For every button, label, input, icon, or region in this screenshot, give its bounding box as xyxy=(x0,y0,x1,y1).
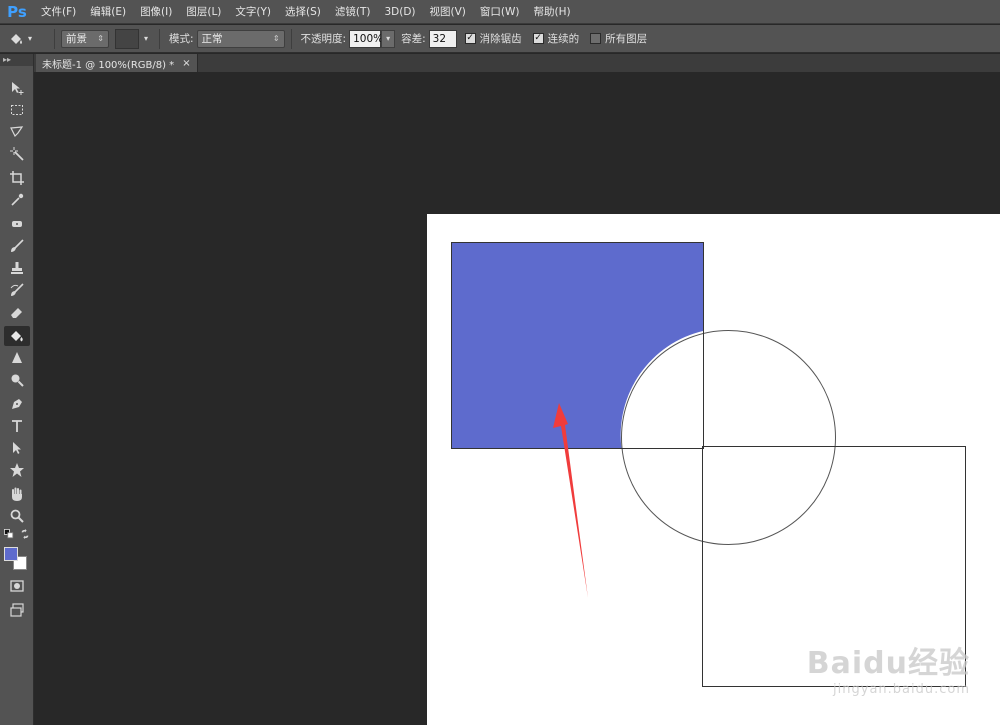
eyedropper-icon xyxy=(11,193,24,206)
menu-image[interactable]: 图像(I) xyxy=(133,0,179,24)
menu-file[interactable]: 文件(F) xyxy=(34,0,83,24)
paint-bucket-icon xyxy=(11,331,23,342)
contiguous-checkbox[interactable]: ✓ xyxy=(532,33,544,44)
history-brush-tool[interactable] xyxy=(4,280,30,300)
fill-source-select[interactable]: 前景 ⇕ xyxy=(61,29,109,48)
close-icon[interactable]: × xyxy=(182,58,190,69)
watermark-brand: Baidu经验 xyxy=(806,646,970,681)
swap-arrow-icon xyxy=(21,529,29,539)
menu-help[interactable]: 帮助(H) xyxy=(527,0,578,24)
opacity-slider-toggle[interactable]: ▾ xyxy=(381,29,396,48)
lasso-icon xyxy=(10,126,24,138)
tolerance-input[interactable]: 32 xyxy=(428,29,457,48)
mode-select[interactable]: 正常 ⇕ xyxy=(196,29,285,48)
toolbox: ▸▸ xyxy=(0,54,34,725)
crop-icon xyxy=(10,171,24,185)
shape-tool[interactable] xyxy=(4,460,30,480)
history-brush-icon xyxy=(10,283,24,296)
chevron-down-icon: ▾ xyxy=(28,34,33,43)
mode-label: 模式: xyxy=(169,33,194,45)
fill-source-value: 前景 xyxy=(66,33,87,45)
pen-icon xyxy=(12,399,22,409)
document-tab[interactable]: 未标题-1 @ 100%(RGB/8) * × xyxy=(36,54,198,72)
zoom-tool[interactable] xyxy=(4,506,30,526)
healing-icon xyxy=(12,221,22,227)
contiguous-label: 连续的 xyxy=(547,33,580,45)
up-down-arrow-icon: ⇕ xyxy=(272,34,280,43)
divider xyxy=(290,28,292,49)
healing-tool[interactable] xyxy=(4,214,30,234)
antialias-label: 消除锯齿 xyxy=(479,33,522,45)
menu-select[interactable]: 选择(S) xyxy=(278,0,328,24)
toolbox-collapse-handle[interactable]: ▸▸ xyxy=(0,54,33,66)
pen-tool[interactable] xyxy=(4,394,30,414)
chevron-down-icon[interactable]: ▾ xyxy=(139,30,153,48)
default-colors-button[interactable] xyxy=(3,528,15,540)
all-layers-checkbox[interactable] xyxy=(590,33,602,44)
type-tool[interactable] xyxy=(4,416,30,436)
paint-bucket-icon xyxy=(11,33,22,44)
menu-window[interactable]: 窗口(W) xyxy=(473,0,527,24)
mode-value: 正常 xyxy=(201,33,223,45)
stamp-tool[interactable] xyxy=(4,258,30,278)
options-bar: ▾ 前景 ⇕ ▾ 模式: 正常 ⇕ 不透明度: 100% ▾ 容差: 32 ✓ … xyxy=(0,25,1000,53)
hand-icon xyxy=(12,487,22,501)
divider xyxy=(159,28,160,49)
hand-tool[interactable] xyxy=(4,484,30,504)
screen-mode-button[interactable] xyxy=(4,600,30,620)
antialias-checkbox[interactable]: ✓ xyxy=(464,33,476,44)
document-tab-bar: 未标题-1 @ 100%(RGB/8) * × xyxy=(34,54,1000,72)
brush-icon xyxy=(11,239,24,252)
paint-bucket-tool[interactable] xyxy=(4,326,30,346)
opacity-input[interactable]: 100% xyxy=(349,29,383,48)
menu-layer[interactable]: 图层(L) xyxy=(179,0,228,24)
swap-colors-button[interactable] xyxy=(19,528,31,540)
screen-mode-icon xyxy=(10,603,24,617)
all-layers-label: 所有图层 xyxy=(605,33,648,45)
type-icon xyxy=(12,420,22,432)
opacity-label: 不透明度: xyxy=(300,33,347,45)
tool-preset-picker[interactable]: ▾ xyxy=(8,28,48,50)
move-tool[interactable] xyxy=(4,78,30,98)
crop-tool[interactable] xyxy=(4,168,30,188)
eyedropper-tool[interactable] xyxy=(4,190,30,210)
shape-icon xyxy=(10,463,24,477)
brush-tool[interactable] xyxy=(4,236,30,256)
menu-bar: Ps 文件(F) 编辑(E) 图像(I) 图层(L) 文字(Y) 选择(S) 滤… xyxy=(0,0,1000,24)
lasso-tool[interactable] xyxy=(4,122,30,142)
divider xyxy=(54,28,55,49)
menu-filter[interactable]: 滤镜(T) xyxy=(328,0,378,24)
document-tab-title: 未标题-1 @ 100%(RGB/8) * xyxy=(42,59,175,71)
quick-mask-icon xyxy=(10,580,24,592)
menu-view[interactable]: 视图(V) xyxy=(423,0,473,24)
move-icon xyxy=(12,82,24,95)
marquee-tool[interactable] xyxy=(4,100,30,120)
eraser-icon xyxy=(11,308,22,318)
menu-type[interactable]: 文字(Y) xyxy=(228,0,278,24)
menu-edit[interactable]: 编辑(E) xyxy=(83,0,133,24)
foreground-color-swatch[interactable] xyxy=(4,547,18,561)
stamp-icon xyxy=(11,262,23,274)
blur-tool[interactable] xyxy=(4,348,30,368)
magic-wand-icon xyxy=(10,147,24,161)
watermark-url: jingyan.baidu.com xyxy=(833,682,970,697)
default-colors-icon xyxy=(4,529,14,539)
eraser-tool[interactable] xyxy=(4,302,30,322)
baidu-watermark: Baidu经验 jingyan.baidu.com xyxy=(807,638,970,697)
zoom-icon xyxy=(10,509,24,523)
dodge-tool[interactable] xyxy=(4,370,30,390)
up-down-arrow-icon: ⇕ xyxy=(97,34,104,43)
pattern-picker[interactable] xyxy=(115,28,139,49)
magic-wand-tool[interactable] xyxy=(4,144,30,164)
marquee-icon xyxy=(11,105,23,115)
menu-3d[interactable]: 3D(D) xyxy=(377,0,422,24)
path-select-tool[interactable] xyxy=(4,438,30,458)
dodge-icon xyxy=(11,374,24,387)
document-canvas[interactable]: Baidu经验 jingyan.baidu.com xyxy=(427,214,1000,725)
photoshop-logo: Ps xyxy=(7,2,27,21)
quick-mask-button[interactable] xyxy=(4,576,30,596)
path-select-icon xyxy=(13,442,21,454)
blur-icon xyxy=(12,352,22,363)
tolerance-label: 容差: xyxy=(401,33,426,45)
